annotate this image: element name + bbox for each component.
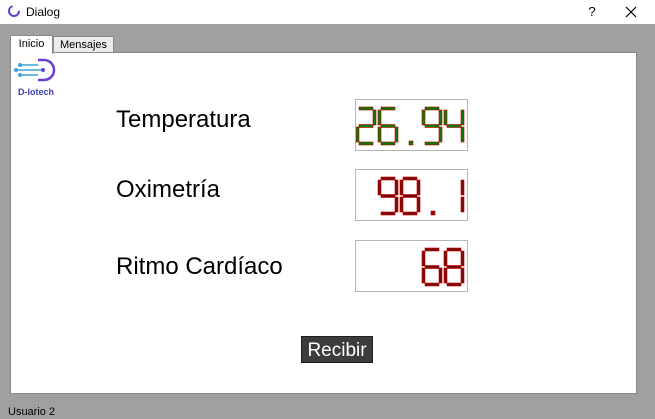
lcd-segment [460, 179, 465, 196]
lcd-segment [446, 124, 462, 128]
label-ritmo-cardiaco: Ritmo Cardíaco [116, 253, 283, 280]
lcd-segment [372, 109, 377, 126]
lcd-segment [443, 267, 448, 284]
lcd-ritmo-cardiaco-digits [421, 247, 465, 287]
lcd-segment [443, 109, 448, 126]
lcd-segment [402, 194, 418, 198]
lcd-segment [416, 196, 421, 213]
lcd-segment [416, 179, 421, 196]
lcd-oximetria-digits [377, 176, 465, 216]
help-button[interactable]: ? [582, 2, 602, 22]
window-title: Dialog [26, 5, 61, 19]
lcd-segment [446, 282, 462, 287]
lcd-segment [438, 126, 443, 143]
label-oximetria: Oximetría [116, 176, 221, 203]
lcd-segment [438, 109, 443, 126]
lcd-segment [424, 282, 440, 287]
tab-mensajes[interactable]: Mensajes [53, 36, 114, 53]
lcd-segment [421, 267, 426, 284]
lcd-segment [446, 265, 462, 269]
recibir-button[interactable]: Recibir [301, 336, 373, 363]
lcd-segment [394, 179, 399, 196]
lcd-segment [402, 176, 418, 181]
lcd-segment [356, 126, 360, 143]
lcd-segment [377, 109, 382, 126]
lcd-segment [460, 250, 465, 267]
lcd-segment [443, 250, 448, 267]
lcd-segment [380, 176, 396, 181]
lcd-segment [446, 247, 462, 252]
lcd-segment [380, 124, 396, 128]
lcd-segment [358, 106, 374, 111]
lcd-segment [460, 109, 465, 126]
lcd-decimal-point [430, 210, 436, 216]
status-user: Usuario 2 [8, 406, 56, 418]
lcd-temperatura [355, 99, 468, 151]
lcd-segment [438, 267, 443, 284]
tab-inicio[interactable]: Inicio [10, 35, 53, 54]
lcd-segment [358, 124, 374, 128]
lcd-ritmo-cardiaco [355, 240, 468, 292]
lcd-segment [460, 126, 465, 143]
lcd-segment [424, 247, 440, 252]
lcd-segment [460, 267, 465, 284]
app-icon [8, 5, 20, 17]
lcd-segment [424, 265, 440, 269]
lcd-segment [399, 196, 404, 213]
lcd-decimal-point [408, 140, 414, 146]
lcd-segment [380, 194, 396, 198]
lcd-segment [424, 106, 440, 111]
logo-text: D-Iotech [18, 87, 54, 97]
lcd-segment [460, 196, 465, 213]
label-temperatura: Temperatura [116, 106, 251, 133]
lcd-segment [380, 211, 396, 216]
lcd-segment [424, 141, 440, 146]
lcd-segment [402, 211, 418, 216]
close-icon[interactable] [620, 2, 642, 22]
lcd-segment [377, 126, 382, 143]
lcd-segment [380, 106, 396, 111]
lcd-segment [421, 250, 426, 267]
lcd-segment [424, 124, 440, 128]
lcd-segment [394, 196, 399, 213]
lcd-oximetria [355, 169, 468, 221]
lcd-segment [377, 179, 382, 196]
lcd-segment [394, 126, 399, 143]
lcd-temperatura-digits [356, 106, 465, 146]
title-bar: Dialog ? [0, 0, 655, 24]
lcd-segment [358, 141, 374, 146]
lcd-segment [399, 179, 404, 196]
lcd-segment [421, 109, 426, 126]
lcd-segment [380, 141, 396, 146]
